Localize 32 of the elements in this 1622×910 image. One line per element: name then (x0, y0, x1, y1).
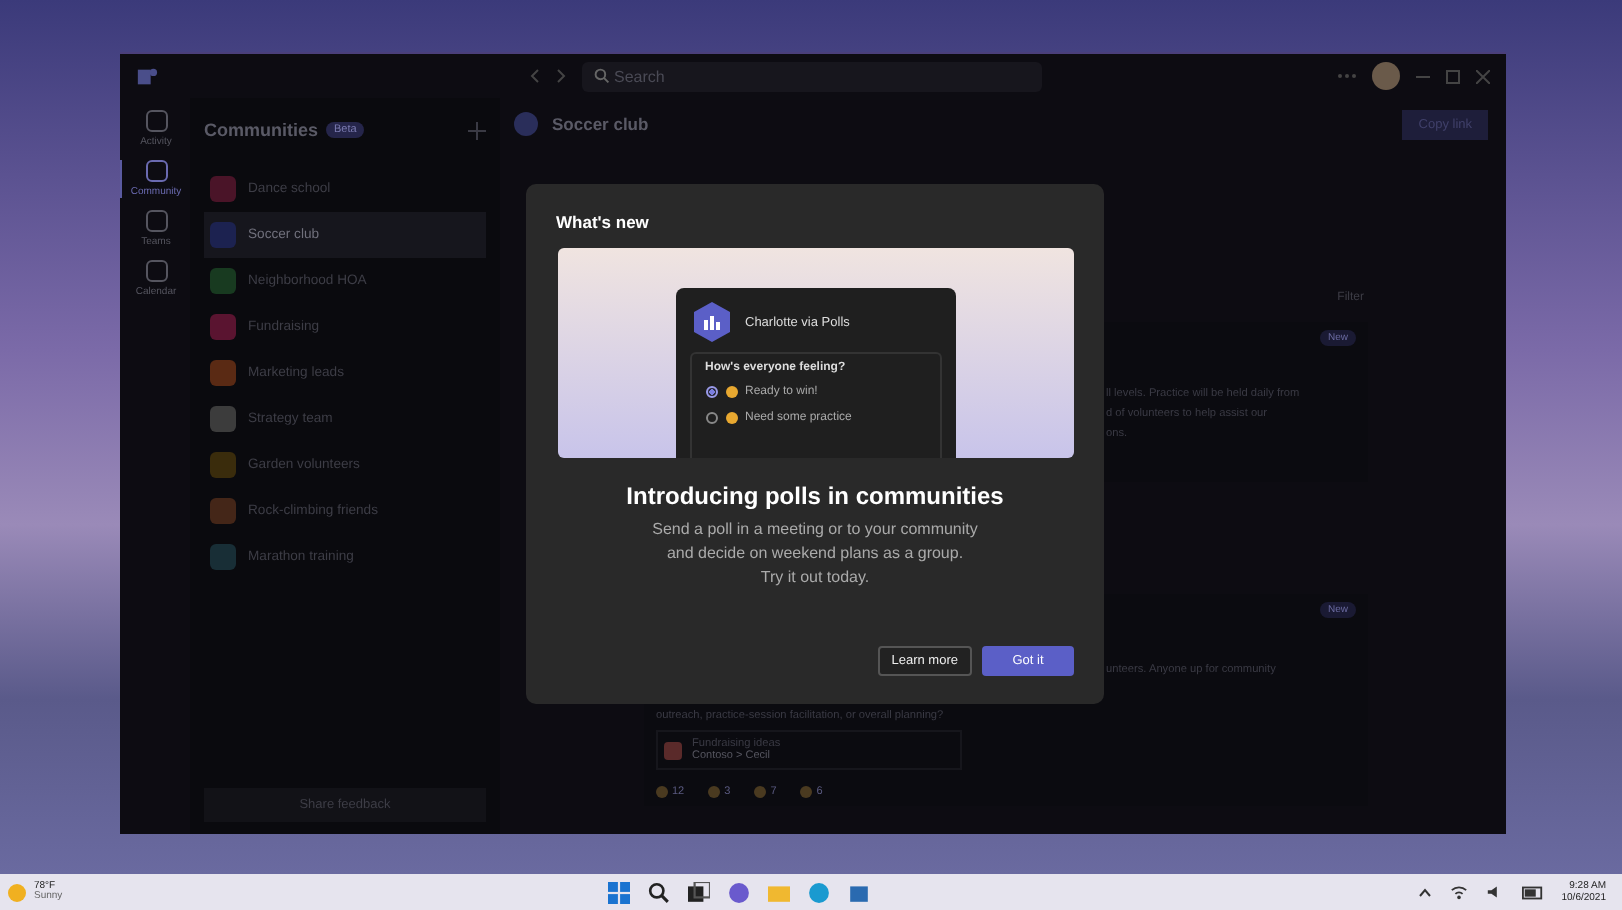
close-icon[interactable] (1476, 69, 1490, 83)
radio-button[interactable] (705, 386, 717, 398)
start-icon[interactable] (608, 881, 631, 903)
back-icon[interactable] (530, 68, 540, 84)
maximize-icon[interactable] (1446, 69, 1460, 83)
search-field[interactable]: Search (582, 61, 1042, 91)
avatar[interactable] (1372, 62, 1400, 90)
search-icon[interactable] (648, 881, 671, 903)
dialog-title: What's new (556, 212, 649, 232)
browser-icon[interactable] (808, 881, 831, 903)
channel-title: Soccer club (552, 114, 649, 134)
store-icon[interactable] (848, 881, 871, 903)
sun-icon (8, 883, 26, 901)
channel-avatar (514, 112, 538, 136)
dialog-text: Send a poll in a meeting or to your community (652, 518, 978, 542)
task-view-icon[interactable] (688, 881, 711, 903)
chevron-up-icon[interactable] (1417, 887, 1432, 897)
dialog-text: and decide on weekend plans as a group. (666, 542, 964, 566)
battery-icon[interactable] (1521, 885, 1544, 899)
poll-app-icon (689, 300, 733, 344)
search-icon (594, 68, 610, 84)
panel-title: Communities (204, 120, 319, 140)
dialog-heading: Introducing polls in communities (626, 482, 1004, 510)
chat-icon[interactable] (728, 881, 751, 903)
dialog-text: Try it out today. (760, 566, 870, 590)
app-logo-icon (136, 65, 158, 87)
wifi-icon[interactable] (1449, 884, 1468, 900)
emoji-icon (725, 386, 737, 398)
radio-button[interactable] (705, 412, 717, 424)
emoji-icon (725, 412, 737, 424)
forward-icon[interactable] (556, 68, 566, 84)
file-icon (664, 741, 682, 759)
